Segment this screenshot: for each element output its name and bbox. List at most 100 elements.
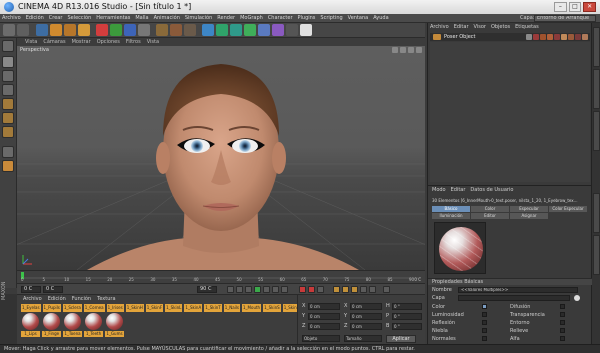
rotation-field[interactable]: 0 ° xyxy=(392,313,422,320)
tab-objects[interactable] xyxy=(593,27,600,67)
render-picture-viewer-icon[interactable] xyxy=(170,24,182,36)
edges-mode-icon[interactable] xyxy=(2,112,14,124)
material-name-tag[interactable]: 1_Cornea xyxy=(83,304,105,312)
position-field[interactable]: 0 cm xyxy=(308,313,340,320)
next-key-icon[interactable] xyxy=(272,286,279,293)
channel-checkbox[interactable] xyxy=(482,328,487,333)
coordinate-system-icon[interactable] xyxy=(138,24,150,36)
material-name-tag[interactable]: 1_SkinF xyxy=(145,304,164,312)
axis-mode-icon[interactable] xyxy=(2,146,14,158)
y-axis-icon[interactable] xyxy=(110,24,122,36)
channel-checkbox[interactable] xyxy=(560,312,565,317)
parameter-key-icon[interactable] xyxy=(360,286,367,293)
attribute-tab[interactable]: Color Especular xyxy=(549,206,587,212)
material-name-tag[interactable]: 1_SkinA xyxy=(184,304,203,312)
previous-frame-icon[interactable] xyxy=(245,286,252,293)
previous-key-icon[interactable] xyxy=(236,286,243,293)
menu-item[interactable]: Simulación xyxy=(185,15,212,22)
material-name-tag[interactable]: 1_Sclera xyxy=(62,304,82,312)
channel-row[interactable]: Transparencia xyxy=(510,312,590,319)
live-selection-icon[interactable] xyxy=(36,24,48,36)
rotate-tool-icon[interactable] xyxy=(78,24,90,36)
menu-item[interactable]: Crear xyxy=(49,15,63,22)
start-frame-field[interactable]: 0 C xyxy=(21,286,41,293)
polygons-mode-icon[interactable] xyxy=(2,126,14,138)
redo-icon[interactable] xyxy=(17,24,29,36)
material-name-tag[interactable]: 1_SkinS xyxy=(263,304,281,312)
menu-item[interactable]: Archivo xyxy=(2,15,21,22)
points-mode-icon[interactable] xyxy=(2,98,14,110)
cube-icon[interactable] xyxy=(202,24,214,36)
channel-checkbox[interactable] xyxy=(560,304,565,309)
material-menu-item[interactable]: Textura xyxy=(97,296,115,303)
tab-attributes[interactable] xyxy=(593,193,600,233)
timeline[interactable]: 0 5 10 15 20 25 30 35 40 45 50 55 60 65 70 75 80 85 90 0 C xyxy=(17,270,425,283)
z-axis-icon[interactable] xyxy=(124,24,136,36)
menu-item[interactable]: Ayuda xyxy=(373,15,388,22)
object-menu-item[interactable]: Etiquetas xyxy=(515,24,539,31)
menu-item[interactable]: Scripting xyxy=(320,15,342,22)
layout-select[interactable]: Entorno de Arranque xyxy=(534,15,596,22)
nurbs-icon[interactable] xyxy=(230,24,242,36)
texture-mode-icon[interactable] xyxy=(2,70,14,82)
current-frame-field[interactable]: 0 C xyxy=(43,286,63,293)
material-tag-icon[interactable] xyxy=(561,34,567,40)
channel-checkbox[interactable] xyxy=(482,312,487,317)
end-frame-field[interactable]: 90 C xyxy=(197,286,217,293)
channel-row[interactable]: Alfa xyxy=(510,336,590,343)
channel-checkbox[interactable] xyxy=(482,336,487,341)
viewport-menu-item[interactable]: Mostrar xyxy=(72,38,91,46)
camera-icon[interactable] xyxy=(286,24,298,36)
material-name-tag[interactable]: 1_SkinN xyxy=(282,304,297,312)
position-key-icon[interactable] xyxy=(333,286,340,293)
orbit-icon[interactable] xyxy=(408,47,414,53)
x-axis-icon[interactable] xyxy=(96,24,108,36)
channel-row[interactable]: Difusión xyxy=(510,304,590,311)
model-mode-icon[interactable] xyxy=(2,56,14,68)
point-level-icon[interactable] xyxy=(369,286,376,293)
material-name-tag[interactable]: 1_SkinL xyxy=(165,304,183,312)
material-thumbnail[interactable]: 1_Teeth xyxy=(84,313,103,338)
keyframe-selection-icon[interactable] xyxy=(317,286,324,293)
zoom-icon[interactable] xyxy=(400,47,406,53)
material-tag-icon[interactable] xyxy=(582,34,588,40)
viewport-menu-item[interactable]: Vista xyxy=(25,38,37,46)
tab-structure[interactable] xyxy=(593,111,600,151)
material-thumbnail[interactable]: 1_Toena xyxy=(63,313,82,338)
perspective-viewport[interactable]: Perspectiva xyxy=(17,46,425,270)
go-to-end-icon[interactable] xyxy=(281,286,288,293)
attribute-tab[interactable]: Básico xyxy=(432,206,470,212)
attributes-menu-item[interactable]: Editar xyxy=(451,187,466,194)
viewport-menu-item[interactable]: Filtros xyxy=(126,38,141,46)
material-menu-item[interactable]: Archivo xyxy=(23,296,42,303)
menu-item[interactable]: Selección xyxy=(67,15,91,22)
material-name-tag[interactable]: 1_Pupils xyxy=(42,304,61,312)
object-menu-item[interactable]: Objetos xyxy=(491,24,510,31)
material-name-tag[interactable]: 1_Eyelas xyxy=(21,304,41,312)
channel-row[interactable]: Color xyxy=(432,304,506,311)
material-name-tag[interactable]: 1_Irises xyxy=(106,304,124,312)
menu-item[interactable]: MoGraph xyxy=(240,15,263,22)
channel-checkbox[interactable] xyxy=(482,304,487,309)
attribute-tab[interactable]: Especular xyxy=(510,206,548,212)
move-tool-icon[interactable] xyxy=(50,24,62,36)
position-field[interactable]: 0 cm xyxy=(308,323,340,330)
channel-row[interactable]: Niebla xyxy=(432,328,506,335)
name-field[interactable]: <<Valores Múltiples>> xyxy=(458,287,578,293)
channel-checkbox[interactable] xyxy=(482,320,487,325)
maximize-view-icon[interactable] xyxy=(416,47,422,53)
rotation-key-icon[interactable] xyxy=(351,286,358,293)
attribute-tab[interactable]: Asignar xyxy=(510,213,548,219)
channel-row[interactable]: Luminosidad xyxy=(432,312,506,319)
maximize-button[interactable]: □ xyxy=(568,2,582,12)
object-menu-item[interactable]: Archivo xyxy=(430,24,449,31)
channel-row[interactable]: Entorno xyxy=(510,320,590,327)
object-name[interactable]: Poser Object xyxy=(444,33,476,41)
size-field[interactable]: 0 cm xyxy=(350,313,382,320)
material-name-tag[interactable]: 1_Nails xyxy=(223,304,240,312)
material-name-tag[interactable]: 1_SkinT xyxy=(204,304,222,312)
material-thumbnail[interactable]: 1_Gums xyxy=(105,313,124,338)
material-tag-icon[interactable] xyxy=(575,34,581,40)
environment-icon[interactable] xyxy=(272,24,284,36)
next-frame-icon[interactable] xyxy=(263,286,270,293)
